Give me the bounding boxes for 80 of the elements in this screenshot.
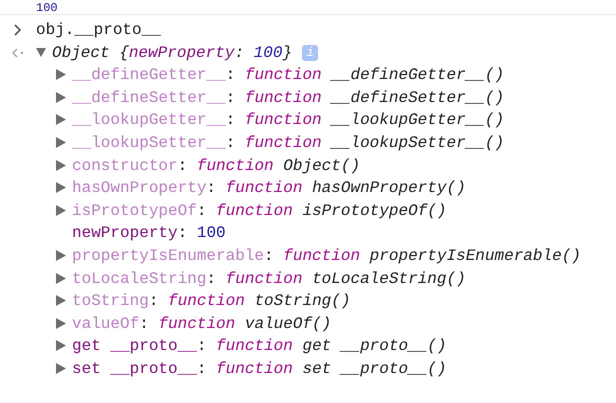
function-signature: propertyIsEnumerable() — [370, 246, 581, 265]
function-keyword: function — [216, 337, 293, 356]
previous-result-value: 100 — [36, 2, 58, 14]
function-keyword: function — [226, 179, 302, 198]
function-signature: Object() — [283, 156, 360, 175]
function-signature: __lookupSetter__() — [331, 134, 504, 152]
brace: { — [119, 44, 129, 62]
colon: : — [226, 66, 236, 84]
function-keyword: function — [196, 156, 274, 175]
info-badge[interactable]: i — [302, 44, 318, 61]
command-text: obj.__proto__ — [36, 21, 161, 40]
colon: : — [178, 224, 188, 242]
property-name: newProperty — [72, 224, 178, 242]
collapsed-triangle-icon[interactable] — [56, 340, 66, 352]
function-keyword: function — [216, 360, 293, 378]
collapsed-triangle-icon[interactable] — [56, 318, 66, 329]
collapsed-triangle-icon[interactable] — [56, 69, 66, 80]
collapsed-triangle-icon[interactable] — [56, 204, 66, 216]
colon: : — [178, 156, 188, 175]
object-class-name: Object — [52, 44, 110, 62]
function-signature: hasOwnProperty() — [312, 179, 466, 198]
colon: : — [196, 202, 206, 220]
property-name: set __proto__ — [72, 360, 197, 378]
colon: : — [226, 88, 236, 107]
property-name: valueOf — [72, 314, 140, 333]
function-keyword: function — [158, 314, 236, 333]
colon: : — [226, 111, 236, 130]
colon: : — [226, 134, 236, 152]
function-signature: __defineGetter__() — [331, 66, 504, 84]
function-signature: __lookupGetter__() — [331, 111, 504, 130]
property-name: __defineSetter__ — [72, 88, 226, 107]
property-name: __lookupGetter__ — [72, 111, 226, 130]
function-signature: get __proto__() — [302, 337, 446, 356]
collapsed-triangle-icon[interactable] — [56, 160, 66, 171]
collapsed-triangle-icon[interactable] — [56, 362, 66, 374]
number-value: 100 — [196, 224, 226, 242]
function-signature: valueOf() — [244, 314, 332, 333]
input-prompt-icon — [14, 24, 22, 36]
property-name: hasOwnProperty — [72, 179, 206, 198]
colon: : — [234, 44, 244, 62]
property-name: toLocaleString — [72, 270, 206, 288]
function-keyword: function — [244, 111, 322, 130]
function-keyword: function — [168, 292, 245, 310]
function-signature: set __proto__() — [302, 360, 446, 378]
colon: : — [206, 179, 216, 198]
preview-number-value: 100 — [254, 44, 282, 62]
collapsed-triangle-icon[interactable] — [56, 92, 66, 103]
collapsed-triangle-icon[interactable] — [56, 136, 66, 148]
function-keyword: function — [283, 246, 360, 265]
colon: : — [206, 270, 216, 288]
function-signature: toLocaleString() — [312, 270, 466, 288]
function-signature: isPrototypeOf() — [302, 202, 446, 220]
colon: : — [196, 360, 206, 378]
function-signature: toString() — [254, 292, 350, 310]
brace: } — [282, 44, 292, 62]
colon: : — [139, 314, 149, 333]
colon: : — [148, 292, 158, 310]
function-keyword: function — [244, 88, 322, 107]
property-name: constructor — [72, 156, 178, 175]
property-name: propertyIsEnumerable — [72, 246, 264, 265]
collapsed-triangle-icon[interactable] — [56, 114, 66, 126]
collapsed-triangle-icon[interactable] — [56, 295, 66, 306]
collapsed-triangle-icon[interactable] — [56, 250, 66, 261]
collapsed-triangle-icon[interactable] — [56, 182, 66, 194]
collapsed-triangle-icon[interactable] — [56, 272, 66, 284]
property-name: __lookupSetter__ — [72, 134, 226, 152]
function-keyword: function — [244, 134, 322, 152]
expanded-triangle-icon[interactable] — [36, 46, 46, 58]
preview-property-name: newProperty — [128, 44, 234, 62]
function-keyword: function — [226, 270, 302, 288]
function-keyword: function — [244, 66, 322, 84]
function-keyword: function — [216, 202, 293, 220]
property-name: get __proto__ — [72, 337, 197, 356]
property-name: __defineGetter__ — [72, 66, 226, 84]
result-arrow-icon — [11, 48, 25, 58]
function-signature: __defineSetter__() — [331, 88, 504, 107]
colon: : — [196, 337, 206, 356]
property-name: toString — [72, 292, 149, 310]
property-name: isPrototypeOf — [72, 202, 197, 220]
colon: : — [264, 246, 274, 265]
